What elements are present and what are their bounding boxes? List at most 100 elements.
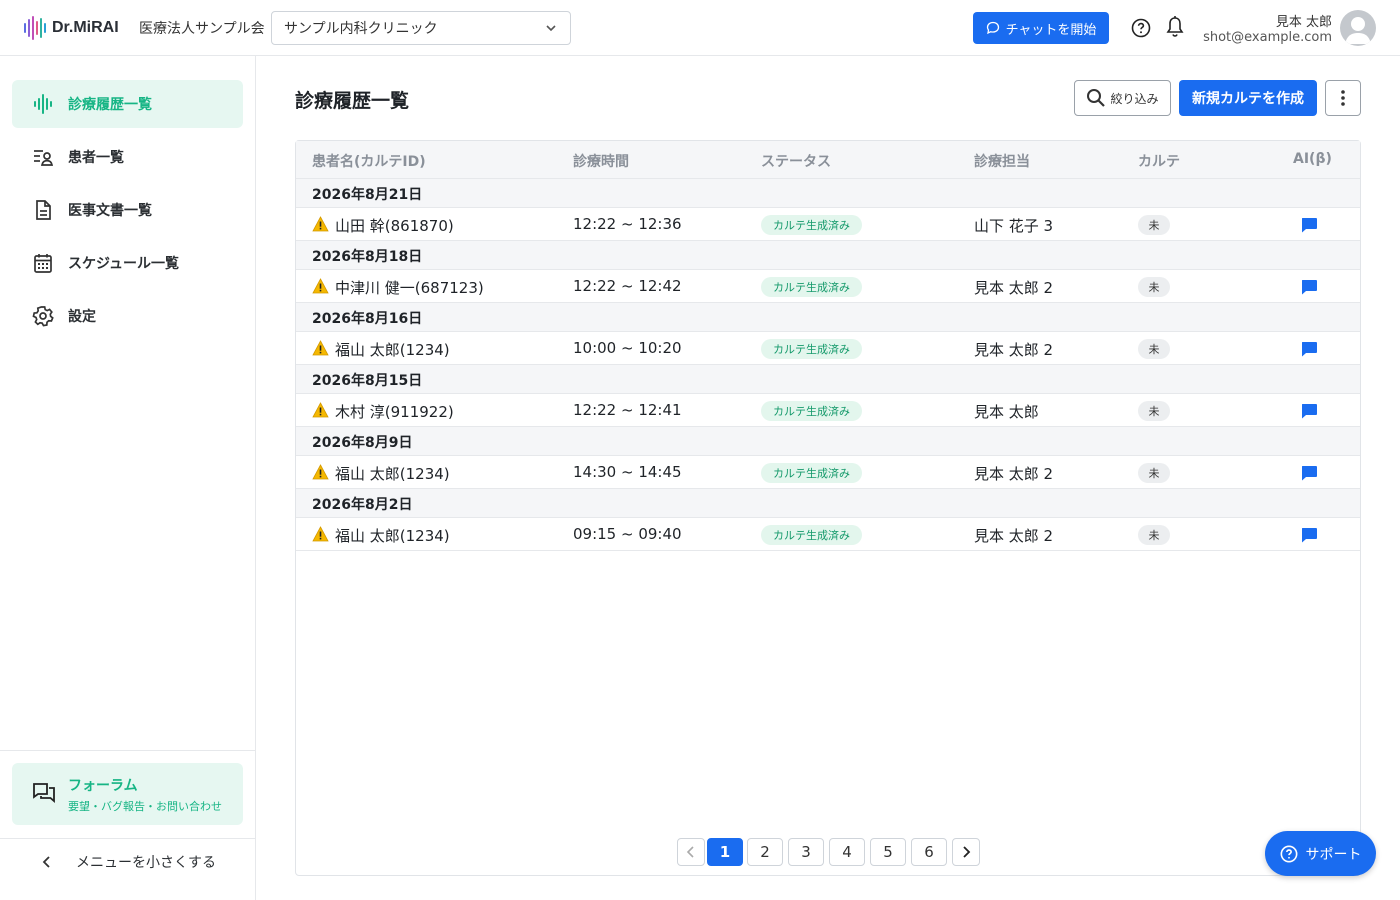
clinic-select-value: サンプル内科クリニック (284, 21, 438, 37)
new-karte-button[interactable]: 新規カルテを作成 (1179, 80, 1317, 116)
warning-icon (312, 402, 329, 418)
support-label: サポート (1305, 846, 1362, 863)
date-group-row: 2026年8月18日 (296, 241, 1360, 270)
user-icon (1345, 17, 1371, 44)
status-badge: カルテ生成済み (761, 401, 862, 421)
chevron-left-icon (42, 856, 50, 868)
bell-icon[interactable] (1165, 15, 1185, 39)
patient-list-icon (34, 150, 54, 166)
column-status: ステータス (761, 154, 831, 170)
ai-chat-icon[interactable] (1299, 401, 1319, 421)
support-button[interactable]: サポート (1265, 831, 1376, 876)
pagination-prev-button[interactable] (677, 838, 705, 866)
visit-time: 09:15 ~ 09:40 (573, 525, 682, 543)
forum-title: フォーラム (68, 778, 138, 794)
table-row[interactable]: 木村 淳(911922) 12:22 ~ 12:41 カルテ生成済み 見本 太郎… (296, 394, 1360, 427)
filter-button[interactable]: 絞り込み (1074, 80, 1171, 116)
table-row[interactable]: 福山 太郎(1234) 14:30 ~ 14:45 カルテ生成済み 見本 太郎 … (296, 456, 1360, 489)
table-row[interactable]: 福山 太郎(1234) 10:00 ~ 10:20 カルテ生成済み 見本 太郎 … (296, 332, 1360, 365)
logo[interactable]: Dr.MiRAI (24, 14, 119, 42)
more-options-button[interactable] (1325, 80, 1361, 116)
warning-icon (312, 340, 329, 356)
start-chat-button[interactable]: チャットを開始 (973, 12, 1109, 44)
doctor-name: 見本 太郎 2 (974, 341, 1054, 359)
org-name: 医療法人サンプル会 (139, 21, 265, 37)
column-time: 診療時間 (573, 154, 629, 170)
date-group-row: 2026年8月2日 (296, 489, 1360, 518)
date-group-row: 2026年8月9日 (296, 427, 1360, 456)
chevron-left-icon (686, 846, 694, 858)
gear-icon (32, 306, 54, 327)
logo-text: Dr.MiRAI (52, 19, 119, 36)
sidebar-divider (0, 750, 255, 751)
sidebar-item-label: スケジュール一覧 (68, 256, 180, 272)
karte-badge: 未 (1138, 339, 1170, 359)
patient-name[interactable]: 福山 太郎(1234) (335, 463, 450, 484)
sidebar-item-settings[interactable]: 設定 (12, 292, 243, 340)
chevron-down-icon (546, 25, 556, 32)
sidebar-item-label: 患者一覧 (68, 150, 124, 166)
date-group-label: 2026年8月2日 (312, 497, 413, 513)
date-group-label: 2026年8月21日 (312, 187, 423, 203)
ai-chat-icon[interactable] (1299, 277, 1319, 297)
visit-time: 14:30 ~ 14:45 (573, 463, 682, 481)
pagination-page-button[interactable]: 6 (911, 838, 947, 866)
doctor-name: 山下 花子 3 (974, 217, 1054, 235)
ai-chat-icon[interactable] (1299, 339, 1319, 359)
sidebar: 診療履歴一覧 患者一覧 医事文書一覧 スケジュール一覧 設定 フォーラム 要望・… (0, 56, 256, 900)
table-row[interactable]: 中津川 健一(687123) 12:22 ~ 12:42 カルテ生成済み 見本 … (296, 270, 1360, 303)
ai-chat-icon[interactable] (1299, 215, 1319, 235)
pagination-page-button[interactable]: 5 (870, 838, 906, 866)
forum-link[interactable]: フォーラム 要望・バグ報告・お問い合わせ (12, 763, 243, 825)
chevron-right-icon (963, 846, 971, 858)
patient-name[interactable]: 福山 太郎(1234) (335, 525, 450, 546)
filter-label: 絞り込み (1110, 91, 1159, 106)
patient-name[interactable]: 木村 淳(911922) (335, 401, 454, 422)
user-name: 見本 太郎 (1275, 15, 1332, 30)
pagination-next-button[interactable] (952, 838, 980, 866)
sidebar-item-schedule[interactable]: スケジュール一覧 (12, 239, 243, 287)
avatar[interactable] (1340, 10, 1376, 46)
pagination-page-button[interactable]: 3 (788, 838, 824, 866)
sidebar-item-documents[interactable]: 医事文書一覧 (12, 186, 243, 234)
search-icon (1087, 89, 1106, 107)
table-row[interactable]: 山田 幹(861870) 12:22 ~ 12:36 カルテ生成済み 山下 花子… (296, 208, 1360, 241)
help-icon[interactable] (1131, 18, 1151, 38)
more-vertical-icon (1341, 90, 1345, 106)
waveform-icon (34, 94, 52, 114)
pagination-page-button[interactable]: 4 (829, 838, 865, 866)
date-group-row: 2026年8月21日 (296, 179, 1360, 208)
warning-icon (312, 278, 329, 294)
sidebar-item-label: 設定 (68, 309, 96, 325)
history-table: 患者名(カルテID) 診療時間 ステータス 診療担当 カルテ AI(β) 202… (295, 140, 1361, 876)
sidebar-item-label: 医事文書一覧 (68, 203, 152, 219)
patient-name[interactable]: 中津川 健一(687123) (335, 277, 484, 298)
sidebar-item-history[interactable]: 診療履歴一覧 (12, 80, 243, 128)
patient-name[interactable]: 福山 太郎(1234) (335, 339, 450, 360)
karte-badge: 未 (1138, 277, 1170, 297)
collapse-menu-button[interactable]: メニューを小さくする (40, 852, 216, 872)
date-group-label: 2026年8月9日 (312, 435, 413, 451)
pagination-page-button[interactable]: 1 (707, 838, 743, 866)
clinic-select[interactable]: サンプル内科クリニック (271, 11, 571, 45)
visit-time: 12:22 ~ 12:41 (573, 401, 682, 419)
table-row[interactable]: 福山 太郎(1234) 09:15 ~ 09:40 カルテ生成済み 見本 太郎 … (296, 518, 1360, 551)
patient-name[interactable]: 山田 幹(861870) (335, 215, 454, 236)
status-badge: カルテ生成済み (761, 339, 862, 359)
column-karte: カルテ (1138, 154, 1180, 170)
date-group-row: 2026年8月16日 (296, 303, 1360, 332)
ai-chat-icon[interactable] (1299, 463, 1319, 483)
column-patient: 患者名(カルテID) (312, 154, 426, 170)
warning-icon (312, 216, 329, 232)
sidebar-item-patients[interactable]: 患者一覧 (12, 133, 243, 181)
ai-chat-icon[interactable] (1299, 525, 1319, 545)
date-group-label: 2026年8月16日 (312, 311, 423, 327)
document-icon (36, 200, 51, 220)
warning-icon (312, 464, 329, 480)
doctor-name: 見本 太郎 2 (974, 527, 1054, 545)
column-ai: AI(β) (1293, 151, 1332, 167)
user-email: shot@example.com (1203, 30, 1332, 45)
pagination-page-button[interactable]: 2 (747, 838, 783, 866)
doctor-name: 見本 太郎 2 (974, 465, 1054, 483)
forum-icon (33, 783, 55, 803)
